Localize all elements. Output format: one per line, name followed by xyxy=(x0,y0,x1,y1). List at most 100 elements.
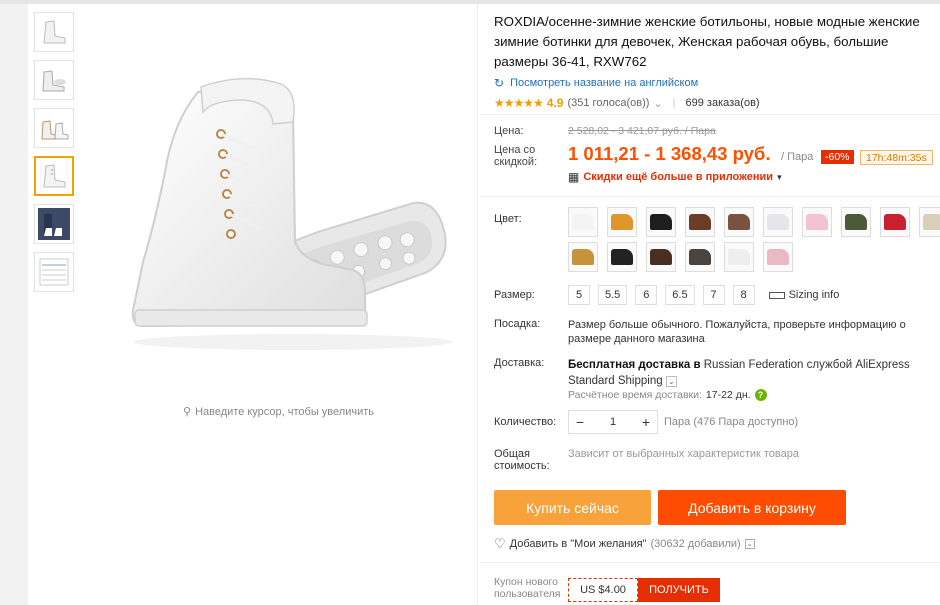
quantity-label: Количество: xyxy=(494,416,557,428)
boot-color-icon xyxy=(767,214,789,230)
app-promo-link[interactable]: ▦ Скидки ещё больше в приложении ▾ xyxy=(568,170,782,184)
delivery-label: Доставка: xyxy=(494,357,545,369)
boot-color-icon xyxy=(728,249,750,265)
color-swatch-red[interactable] xyxy=(880,207,910,237)
color-label: Цвет: xyxy=(494,213,522,225)
thumbnail-list xyxy=(34,12,74,300)
orders-count: 699 заказа(ов) xyxy=(685,97,760,109)
translate-link[interactable]: ↻ Посмотреть название на английском xyxy=(494,76,940,90)
color-swatch-white-fur[interactable] xyxy=(724,242,754,272)
color-swatch-beige[interactable] xyxy=(919,207,940,237)
boot-thumbnail-icon xyxy=(41,120,69,140)
current-price: 1 011,21 - 1 368,43 руб. xyxy=(568,143,771,164)
chevron-down-icon[interactable]: ⌄ xyxy=(653,97,662,110)
sizing-info-text: Sizing info xyxy=(788,289,840,301)
color-swatch-white[interactable] xyxy=(568,207,598,237)
thumbnail-3[interactable] xyxy=(34,108,74,148)
boot-color-icon xyxy=(689,249,711,265)
boot-color-icon xyxy=(650,214,672,230)
size-option[interactable]: 6.5 xyxy=(665,285,695,305)
separator: | xyxy=(672,97,676,109)
price-unit: / Пара xyxy=(781,151,814,163)
size-option[interactable]: 6 xyxy=(635,285,658,305)
size-options: 5 5.5 6 6.5 7 8 Sizing info xyxy=(568,285,839,305)
thumbnail-4-selected[interactable] xyxy=(34,156,74,196)
boot-color-icon xyxy=(923,214,940,230)
fit-label: Посадка: xyxy=(494,318,541,330)
get-coupon-button[interactable]: ПОЛУЧИТЬ xyxy=(638,578,720,602)
total-note: Зависит от выбранных характеристик товар… xyxy=(568,448,799,460)
thumbnail-1[interactable] xyxy=(34,12,74,52)
old-price: 2 528,02 - 3 421,07 руб. / Пара xyxy=(568,125,716,137)
total-label: Общая стоимость: xyxy=(494,448,550,472)
boot-color-icon xyxy=(572,214,594,230)
boot-color-icon xyxy=(728,214,750,230)
boot-color-icon xyxy=(650,249,672,265)
magnifier-icon: ⚲ xyxy=(183,406,192,418)
sizing-info-link[interactable]: Sizing info xyxy=(768,289,840,301)
rating-votes[interactable]: (351 голоса(ов)) xyxy=(567,97,649,109)
discount-badge: -60% xyxy=(821,150,854,164)
color-swatch-black[interactable] xyxy=(646,207,676,237)
boot-color-icon xyxy=(689,214,711,230)
boot-color-icon xyxy=(845,214,867,230)
fit-text: Размер больше обычного. Пожалуйста, пров… xyxy=(568,319,906,345)
product-title: ROXDIA/осенне-зимние женские ботильоны, … xyxy=(494,14,920,69)
app-promo-text: Скидки ещё больше в приложении xyxy=(583,171,774,183)
size-option[interactable]: 8 xyxy=(732,285,755,305)
discount-price-label: Цена со скидкой: xyxy=(494,144,538,168)
price-label: Цена: xyxy=(494,125,524,137)
translate-icon: ↻ xyxy=(494,76,505,90)
zoom-hint-text: Наведите курсор, чтобы увеличить xyxy=(195,405,374,418)
add-to-cart-button[interactable]: Добавить в корзину xyxy=(658,490,846,525)
shipping-dropdown-icon[interactable]: ⌄ xyxy=(665,376,677,387)
boot-color-icon xyxy=(767,249,789,265)
chevron-down-icon[interactable]: ⌄ xyxy=(744,539,755,549)
delivery-time-value: 17-22 дн. xyxy=(705,389,751,401)
top-bar xyxy=(0,0,940,4)
rating-stars-icon[interactable]: ★★★★★ xyxy=(494,96,544,110)
coupon-label: Купон нового пользователя xyxy=(494,576,561,600)
boot-thumbnail-icon xyxy=(43,20,66,44)
quantity-decrease-button[interactable]: − xyxy=(569,411,591,433)
color-swatch-dark-brown[interactable] xyxy=(724,207,754,237)
thumbnail-2[interactable] xyxy=(34,60,74,100)
column-divider xyxy=(477,4,478,605)
white-boots-image xyxy=(131,77,453,350)
color-swatch-olive[interactable] xyxy=(841,207,871,237)
delivery-time: Расчётное время доставки: 17-22 дн. ? xyxy=(568,389,767,401)
chevron-down-icon: ▾ xyxy=(777,171,782,182)
buy-now-button[interactable]: Купить сейчас xyxy=(494,490,651,525)
main-product-image[interactable] xyxy=(90,12,475,392)
help-icon[interactable]: ? xyxy=(754,389,767,401)
boot-thumbnail-icon xyxy=(42,70,66,92)
size-option[interactable]: 7 xyxy=(702,285,725,305)
color-swatch-dark-grey[interactable] xyxy=(685,242,715,272)
wishlist-label: Добавить в "Мои желания" xyxy=(509,538,647,550)
boot-thumbnail-icon xyxy=(43,164,66,188)
add-to-wishlist[interactable]: ♡ Добавить в "Мои желания" (30632 добави… xyxy=(494,536,755,552)
color-swatch-pink[interactable] xyxy=(802,207,832,237)
color-swatch-black-fur[interactable] xyxy=(607,242,637,272)
divider xyxy=(480,562,940,563)
rating-value: 4.9 xyxy=(546,96,564,110)
quantity-stepper: − 1 + xyxy=(568,410,658,434)
color-swatch-light-grey[interactable] xyxy=(763,207,793,237)
heart-icon: ♡ xyxy=(494,536,506,551)
free-shipping-text: Бесплатная доставка в xyxy=(568,359,701,371)
color-swatch-wheat[interactable] xyxy=(607,207,637,237)
size-option[interactable]: 5.5 xyxy=(598,285,628,305)
divider xyxy=(480,196,940,197)
boot-color-icon xyxy=(806,214,828,230)
quantity-input[interactable]: 1 xyxy=(591,416,635,428)
quantity-increase-button[interactable]: + xyxy=(635,411,657,433)
boot-color-icon xyxy=(611,214,633,230)
thumbnail-6[interactable] xyxy=(34,252,74,292)
color-swatch-tan[interactable] xyxy=(568,242,598,272)
size-option[interactable]: 5 xyxy=(568,285,590,305)
color-swatch-brown[interactable] xyxy=(685,207,715,237)
color-swatch-pink-fur[interactable] xyxy=(763,242,793,272)
thumbnail-5[interactable] xyxy=(34,204,74,244)
rating-row: ★★★★★ 4.9 (351 голоса(ов)) ⌄ | 699 заказ… xyxy=(494,96,940,110)
color-swatch-coffee[interactable] xyxy=(646,242,676,272)
